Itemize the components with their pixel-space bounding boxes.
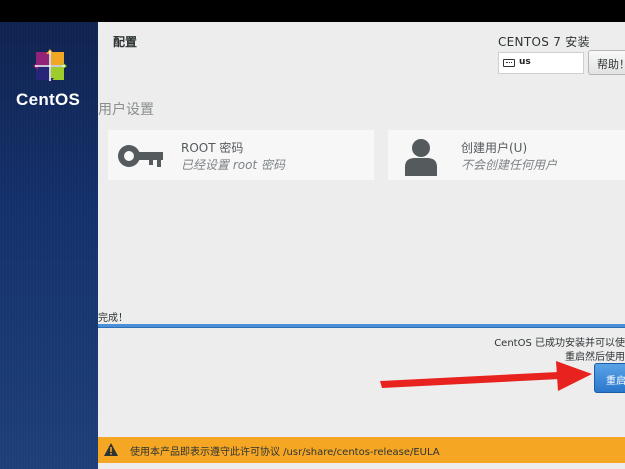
success-message-line1: CentOS 已成功安装并可以使 bbox=[494, 338, 625, 349]
warning-icon bbox=[104, 443, 118, 456]
annotation-arrow-icon bbox=[380, 361, 592, 391]
help-button[interactable]: 帮助！ bbox=[588, 50, 625, 75]
create-user-status: 不会创建任何用户 bbox=[461, 158, 558, 172]
reboot-button[interactable]: 重启 bbox=[594, 363, 625, 393]
root-password-spoke[interactable]: ROOT 密码 已经设置 root 密码 bbox=[108, 130, 374, 180]
create-user-title: 创建用户(U) bbox=[461, 141, 528, 155]
sidebar: CentOS bbox=[0, 22, 98, 469]
install-progress-bar bbox=[98, 324, 625, 328]
main-panel: 配置 CENTOS 7 安装 us 帮助！ 用户设置 ROOT 密码 已经设置 … bbox=[98, 22, 625, 469]
create-user-spoke[interactable]: 创建用户(U) 不会创建任何用户 bbox=[388, 130, 625, 180]
keyboard-icon bbox=[503, 59, 515, 67]
keyboard-layout-label: us bbox=[519, 57, 531, 67]
keyboard-layout-indicator[interactable]: us bbox=[498, 52, 584, 74]
centos-logo-icon bbox=[33, 49, 67, 83]
license-warning-bar: 使用本产品即表示遵守此许可协议 /usr/share/centos-releas… bbox=[98, 437, 625, 463]
completion-label: 完成！ bbox=[98, 313, 128, 324]
page-title: 配置 bbox=[113, 35, 138, 49]
install-title: CENTOS 7 安装 bbox=[498, 35, 590, 49]
centos-wordmark: CentOS bbox=[16, 90, 81, 109]
root-password-status: 已经设置 root 密码 bbox=[181, 158, 285, 172]
user-settings-heading: 用户设置 bbox=[98, 102, 154, 118]
license-text: 使用本产品即表示遵守此许可协议 /usr/share/centos-releas… bbox=[130, 447, 440, 458]
top-bar bbox=[0, 0, 625, 22]
key-icon bbox=[118, 145, 163, 167]
user-icon bbox=[405, 139, 437, 176]
root-password-title: ROOT 密码 bbox=[181, 141, 244, 155]
